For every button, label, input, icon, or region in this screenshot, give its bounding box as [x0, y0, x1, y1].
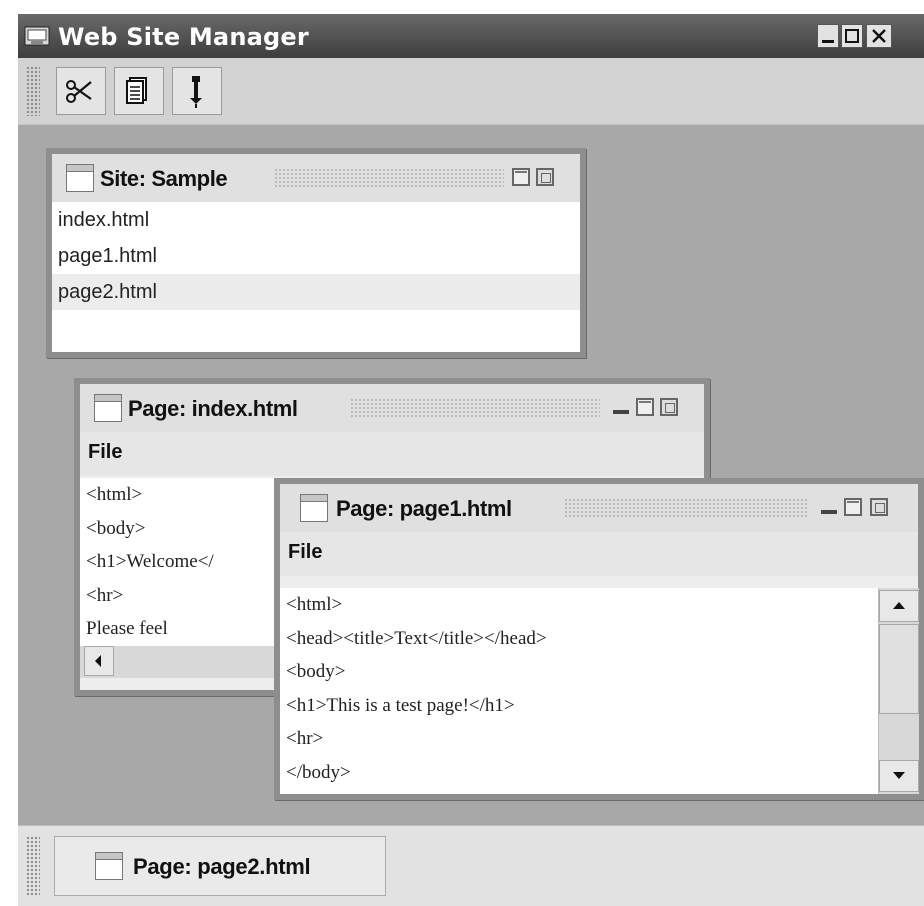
- desktop-taskbar: Page: page2.html: [18, 825, 924, 906]
- list-item-selected[interactable]: page2.html: [52, 274, 580, 310]
- menu-file[interactable]: File: [288, 541, 322, 564]
- page1-menu-bar: File: [280, 532, 918, 576]
- iconify-icon[interactable]: [870, 498, 888, 516]
- index-menu-bar: File: [80, 432, 704, 476]
- arrow-down-icon: [893, 772, 905, 779]
- scroll-down-button[interactable]: [879, 760, 919, 792]
- arrow-up-icon: [893, 602, 905, 609]
- document-icon: [126, 77, 147, 104]
- title-texture: [350, 398, 600, 418]
- page1-window[interactable]: Page: page1.html File <html> <head><titl…: [274, 478, 924, 800]
- maximize-icon[interactable]: [636, 398, 654, 416]
- minimize-icon[interactable]: [820, 498, 838, 516]
- code-line: <hr>: [286, 728, 324, 749]
- code-line: <html>: [286, 594, 343, 615]
- vertical-scrollbar[interactable]: [878, 588, 919, 794]
- pin-icon: [190, 76, 202, 108]
- page1-window-title: Page: page1.html: [336, 496, 512, 521]
- scissors-icon: [66, 80, 92, 103]
- file-list: index.html page1.html page2.html: [52, 202, 580, 352]
- tile-windows-button[interactable]: [114, 67, 164, 115]
- taskbar-grip[interactable]: [26, 836, 40, 896]
- minimized-page2-label: Page: page2.html: [133, 854, 311, 879]
- code-line: <body>: [286, 661, 346, 682]
- pin-button[interactable]: [172, 67, 222, 115]
- maximize-icon[interactable]: [512, 168, 530, 186]
- window-icon: [300, 494, 328, 522]
- scroll-up-button[interactable]: [879, 590, 919, 622]
- maximize-button[interactable]: [841, 24, 863, 48]
- main-window: Web Site Manager Site: Sample index.html…: [18, 14, 924, 906]
- close-button[interactable]: [866, 24, 892, 48]
- close-icon: [872, 29, 886, 43]
- minimize-button[interactable]: [817, 24, 839, 48]
- list-item[interactable]: page1.html: [52, 238, 580, 274]
- list-item[interactable]: index.html: [52, 202, 580, 238]
- page1-window-title-bar[interactable]: Page: page1.html: [280, 484, 918, 532]
- app-title: Web Site Manager: [58, 23, 309, 51]
- window-icon: [66, 164, 94, 192]
- page1-code-area[interactable]: <html> <head><title>Text</title></head> …: [280, 588, 878, 794]
- minimized-page2-button[interactable]: Page: page2.html: [54, 836, 386, 896]
- toolbar: [18, 58, 924, 125]
- code-line: <head><title>Text</title></head>: [286, 627, 547, 649]
- menu-file[interactable]: File: [88, 441, 122, 464]
- minimize-icon[interactable]: [612, 398, 630, 416]
- toolbar-grip[interactable]: [26, 66, 40, 116]
- code-line: </body>: [286, 761, 351, 783]
- index-window-title: Page: index.html: [128, 396, 298, 421]
- main-title-bar[interactable]: Web Site Manager: [18, 14, 924, 58]
- window-icon: [95, 852, 123, 880]
- title-texture: [564, 498, 808, 518]
- site-window[interactable]: Site: Sample index.html page1.html page2…: [46, 148, 586, 358]
- maximize-icon[interactable]: [844, 498, 862, 516]
- code-line: <h1>This is a test page!</h1>: [286, 694, 515, 716]
- iconify-icon[interactable]: [536, 168, 554, 186]
- arrow-left-icon: [95, 655, 101, 667]
- maximize-icon: [845, 29, 859, 43]
- iconify-icon[interactable]: [660, 398, 678, 416]
- title-texture: [274, 168, 504, 188]
- window-icon: [94, 394, 122, 422]
- scroll-thumb[interactable]: [879, 624, 919, 714]
- app-icon: [24, 26, 50, 46]
- site-window-title-bar[interactable]: Site: Sample: [52, 154, 580, 202]
- index-window-title-bar[interactable]: Page: index.html: [80, 384, 704, 432]
- minimize-icon: [822, 40, 834, 43]
- cut-button[interactable]: [56, 67, 106, 115]
- site-window-title: Site: Sample: [100, 166, 228, 191]
- scroll-left-button[interactable]: [84, 646, 114, 676]
